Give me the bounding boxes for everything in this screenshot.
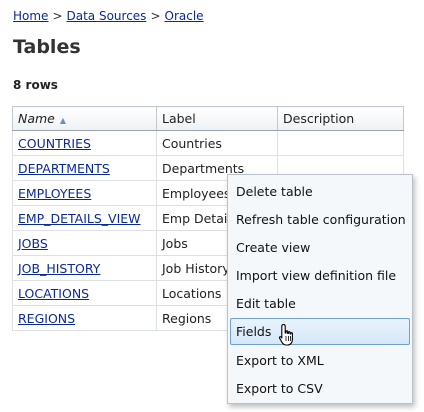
table-name-link[interactable]: REGIONS — [18, 311, 75, 326]
breadcrumb-separator: > — [150, 9, 161, 23]
hand-pointer-icon — [278, 323, 293, 346]
table-name-link[interactable]: COUNTRIES — [18, 136, 91, 151]
cell-name: LOCATIONS — [12, 280, 157, 306]
cell-name: REGIONS — [12, 305, 157, 331]
cell-name: JOBS — [12, 230, 157, 256]
cell-name: COUNTRIES — [12, 130, 157, 156]
column-header-label[interactable]: Label — [156, 106, 278, 131]
cell-name: JOB_HISTORY — [12, 255, 157, 281]
breadcrumb-data-sources-link[interactable]: Data Sources — [67, 9, 147, 23]
breadcrumb: Home > Data Sources > Oracle — [13, 9, 204, 23]
menu-item-fields[interactable]: Fields — [230, 318, 410, 345]
table-name-link[interactable]: LOCATIONS — [18, 286, 89, 301]
menu-item-edit-table[interactable]: Edit table — [230, 290, 410, 317]
table-row[interactable]: COUNTRIES Countries — [12, 130, 404, 156]
table-name-link[interactable]: EMP_DETAILS_VIEW — [18, 211, 141, 226]
menu-item-export-to-xml[interactable]: Export to XML — [230, 347, 410, 374]
table-name-link[interactable]: JOB_HISTORY — [18, 261, 100, 276]
header-row: Name ▲ Label Description — [12, 106, 404, 131]
menu-item-create-view[interactable]: Create view — [230, 234, 410, 261]
row-count: 8 rows — [13, 78, 58, 92]
cell-name: EMPLOYEES — [12, 180, 157, 206]
page-title: Tables — [13, 36, 81, 58]
breadcrumb-oracle-link[interactable]: Oracle — [165, 9, 204, 23]
menu-item-delete-table[interactable]: Delete table — [230, 178, 410, 205]
column-header-name-label: Name — [18, 111, 55, 126]
cell-name: DEPARTMENTS — [12, 155, 157, 181]
sort-ascending-icon: ▲ — [59, 116, 67, 125]
breadcrumb-home-link[interactable]: Home — [13, 9, 48, 23]
cell-label: Countries — [156, 130, 278, 156]
column-header-description[interactable]: Description — [277, 106, 404, 131]
cell-description — [277, 130, 404, 156]
table-name-link[interactable]: JOBS — [18, 236, 48, 251]
breadcrumb-separator: > — [52, 9, 63, 23]
menu-item-export-to-csv[interactable]: Export to CSV — [230, 375, 410, 402]
table-name-link[interactable]: DEPARTMENTS — [18, 161, 110, 176]
cell-name: EMP_DETAILS_VIEW — [12, 205, 157, 231]
table-name-link[interactable]: EMPLOYEES — [18, 186, 91, 201]
context-menu: Delete table Refresh table configuration… — [227, 174, 413, 404]
menu-item-import-view-definition-file[interactable]: Import view definition file — [230, 262, 410, 289]
column-header-name[interactable]: Name ▲ — [12, 106, 157, 131]
menu-item-refresh-table-configuration[interactable]: Refresh table configuration — [230, 206, 410, 233]
